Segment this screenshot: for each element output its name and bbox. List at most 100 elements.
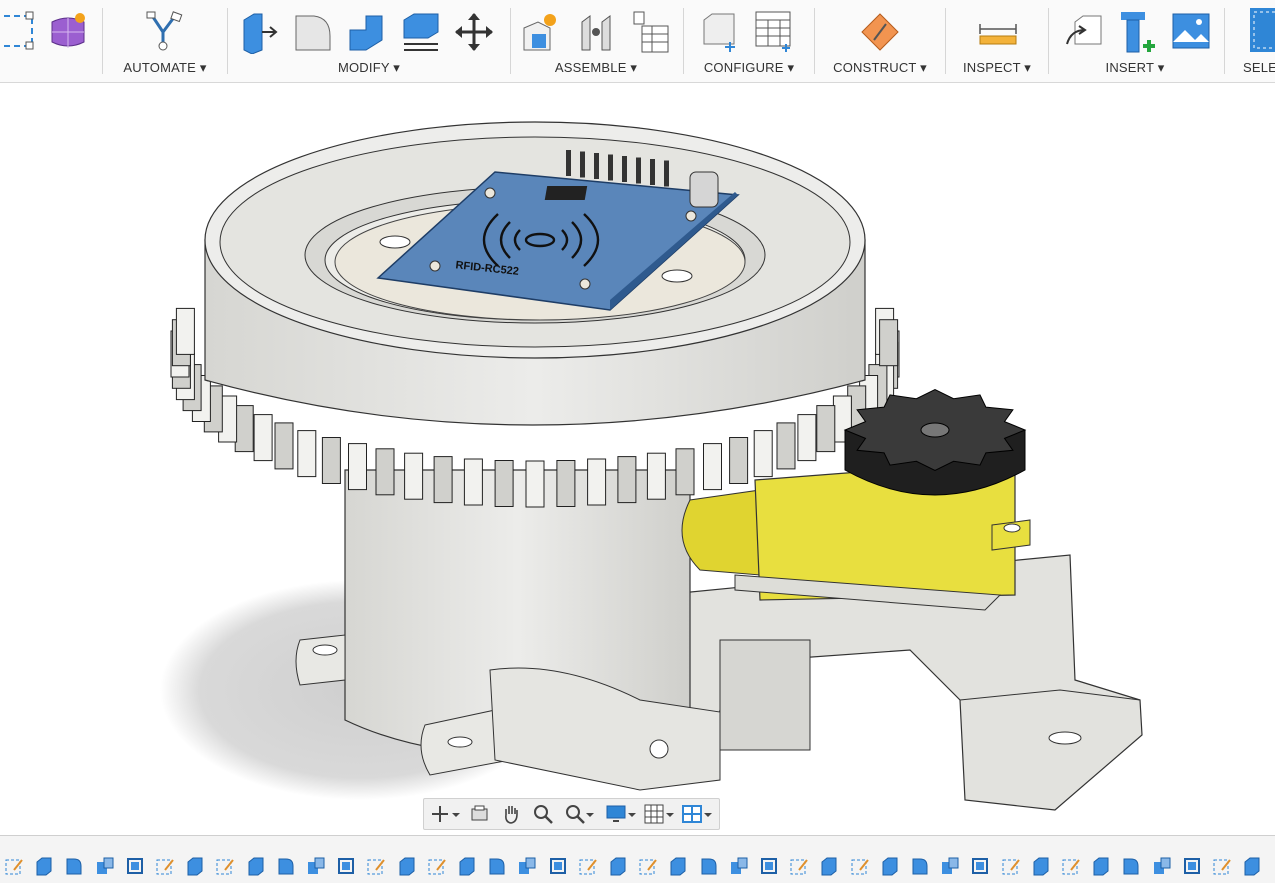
timeline-sketch-icon[interactable] xyxy=(1061,856,1081,876)
timeline-fillet-icon[interactable] xyxy=(699,856,719,876)
measure-icon[interactable] xyxy=(978,10,1018,54)
timeline-extrude-icon[interactable] xyxy=(1242,856,1262,876)
timeline-sketch-icon[interactable] xyxy=(215,856,235,876)
group-create xyxy=(0,0,100,82)
select-menu[interactable]: SELE xyxy=(1243,60,1275,75)
timeline-extrude-icon[interactable] xyxy=(246,856,266,876)
header-pin xyxy=(608,154,613,181)
configure-menu[interactable]: CONFIGURE ▾ xyxy=(686,60,812,76)
timeline-extrude-icon[interactable] xyxy=(34,856,54,876)
timeline-combine-icon[interactable] xyxy=(729,856,749,876)
timeline-extrude-icon[interactable] xyxy=(880,856,900,876)
timeline-combine-icon[interactable] xyxy=(940,856,960,876)
gear-tooth xyxy=(675,448,695,496)
timeline-combine-icon[interactable] xyxy=(1152,856,1172,876)
timeline-extrude-icon[interactable] xyxy=(457,856,477,876)
viewports-icon[interactable] xyxy=(682,803,712,825)
insert-derive-icon[interactable] xyxy=(1063,10,1103,54)
header-pin xyxy=(566,150,571,176)
header-pin xyxy=(622,156,627,182)
timeline-shell-icon[interactable] xyxy=(125,856,145,876)
group-inspect: INSPECT ▾ xyxy=(948,0,1046,82)
timeline-sketch-icon[interactable] xyxy=(1001,856,1021,876)
automate-menu[interactable]: AUTOMATE ▾ xyxy=(105,60,225,76)
toolbar-ribbon: AUTOMATE ▾ MODIFY ▾ ASSEMBLE ▾ CONFIGURE… xyxy=(0,0,1275,83)
group-select: SELE xyxy=(1236,0,1275,82)
timeline-extrude-icon[interactable] xyxy=(668,856,688,876)
timeline-combine-icon[interactable] xyxy=(517,856,537,876)
modify-menu[interactable]: MODIFY ▾ xyxy=(230,60,508,76)
configuration-table-icon[interactable] xyxy=(754,10,794,54)
timeline-fillet-icon[interactable] xyxy=(64,856,84,876)
gear-tooth xyxy=(703,443,722,491)
timeline-fillet-icon[interactable] xyxy=(276,856,296,876)
gear-tooth xyxy=(646,452,666,500)
header-pin xyxy=(664,160,669,187)
timeline-sketch-icon[interactable] xyxy=(850,856,870,876)
timeline-extrude-icon[interactable] xyxy=(1031,856,1051,876)
sketch-icon[interactable] xyxy=(0,10,40,54)
timeline-sketch-icon[interactable] xyxy=(1212,856,1232,876)
timeline-fillet-icon[interactable] xyxy=(487,856,507,876)
gear-tooth xyxy=(463,458,483,506)
press-pull-icon[interactable] xyxy=(240,10,280,55)
timeline-fillet-icon[interactable] xyxy=(1121,856,1141,876)
shell-icon[interactable] xyxy=(400,10,440,54)
joint-icon[interactable] xyxy=(576,10,616,54)
insert-canvas-icon[interactable] xyxy=(1171,10,1211,54)
timeline-extrude-icon[interactable] xyxy=(1091,856,1111,876)
look-at-icon[interactable] xyxy=(469,803,491,825)
move-copy-icon[interactable] xyxy=(454,10,494,54)
fillet-icon[interactable] xyxy=(292,10,332,54)
gear-tooth xyxy=(525,460,545,508)
timeline-extrude-icon[interactable] xyxy=(185,856,205,876)
timeline-combine-icon[interactable] xyxy=(306,856,326,876)
timeline-sketch-icon[interactable] xyxy=(427,856,447,876)
timeline-combine-icon[interactable] xyxy=(95,856,115,876)
timeline-bar xyxy=(0,835,1275,883)
chamfer-icon[interactable] xyxy=(346,10,386,54)
navigation-bar xyxy=(423,798,720,830)
timeline-sketch-icon[interactable] xyxy=(578,856,598,876)
timeline-shell-icon[interactable] xyxy=(1182,856,1202,876)
gear-hub xyxy=(920,422,950,438)
gear-tooth xyxy=(556,460,576,507)
fit-icon[interactable] xyxy=(564,803,594,825)
timeline-sketch-icon[interactable] xyxy=(789,856,809,876)
header-pin xyxy=(594,153,599,179)
gear-tooth xyxy=(253,414,273,462)
orbit-icon[interactable] xyxy=(430,803,460,825)
new-component-icon[interactable] xyxy=(520,10,560,54)
timeline-sketch-icon[interactable] xyxy=(4,856,24,876)
display-settings-icon[interactable] xyxy=(606,803,636,825)
timeline-shell-icon[interactable] xyxy=(970,856,990,876)
gear-tooth xyxy=(617,456,637,504)
timeline-shell-icon[interactable] xyxy=(336,856,356,876)
zoom-icon[interactable] xyxy=(532,803,554,825)
timeline-shell-icon[interactable] xyxy=(548,856,568,876)
timeline-extrude-icon[interactable] xyxy=(397,856,417,876)
timeline-sketch-icon[interactable] xyxy=(155,856,175,876)
timeline-sketch-icon[interactable] xyxy=(366,856,386,876)
insert-menu[interactable]: INSERT ▾ xyxy=(1051,60,1219,76)
timeline-extrude-icon[interactable] xyxy=(819,856,839,876)
timeline-shell-icon[interactable] xyxy=(759,856,779,876)
assemble-menu[interactable]: ASSEMBLE ▾ xyxy=(512,60,680,76)
canvas-viewport[interactable]: RFID-RC522 xyxy=(0,83,1275,835)
gear-tooth xyxy=(321,437,341,484)
insert-mcmaster-icon[interactable] xyxy=(1117,10,1157,54)
automate-icon[interactable] xyxy=(145,10,185,54)
timeline-sketch-icon[interactable] xyxy=(638,856,658,876)
group-configure: CONFIGURE ▾ xyxy=(686,0,812,82)
inspect-menu[interactable]: INSPECT ▾ xyxy=(948,60,1046,76)
timeline-fillet-icon[interactable] xyxy=(910,856,930,876)
timeline-extrude-icon[interactable] xyxy=(608,856,628,876)
offset-plane-icon[interactable] xyxy=(860,10,900,54)
construct-menu[interactable]: CONSTRUCT ▾ xyxy=(817,60,943,76)
select-icon[interactable] xyxy=(1248,6,1275,52)
as-built-joint-icon[interactable] xyxy=(630,10,670,54)
create-form-icon[interactable] xyxy=(48,10,88,54)
pan-icon[interactable] xyxy=(500,803,522,825)
grid-icon[interactable] xyxy=(644,803,674,825)
configure-model-icon[interactable] xyxy=(700,10,740,54)
